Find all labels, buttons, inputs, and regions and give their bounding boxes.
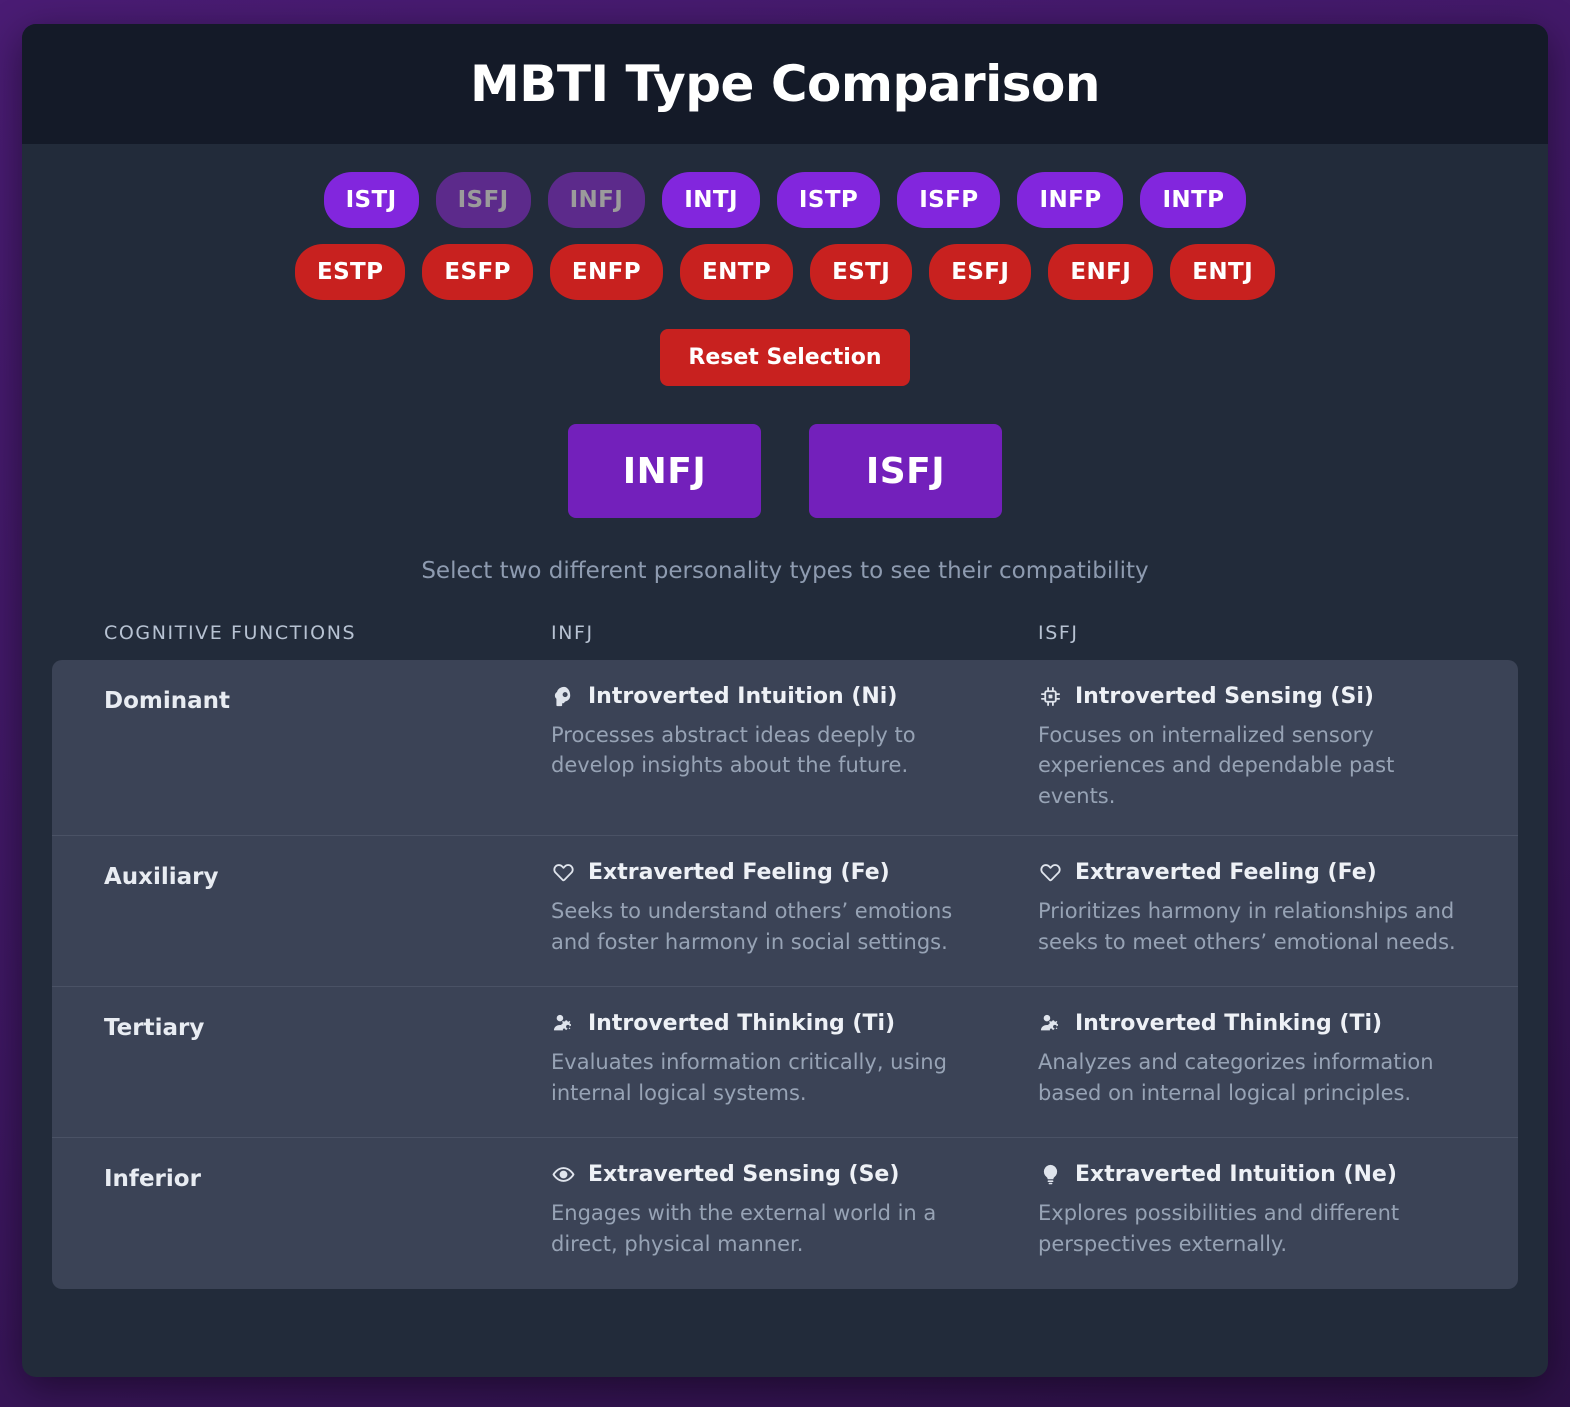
- type-pill-estj[interactable]: ESTJ: [810, 244, 913, 300]
- function-title: Extraverted Sensing (Se): [551, 1162, 992, 1187]
- table-row: Tertiary Introverted Thinking (Ti) Evaluat…: [52, 987, 1518, 1139]
- type-pill-esfj[interactable]: ESFJ: [929, 244, 1032, 300]
- selection-hint: Select two different personality types t…: [421, 558, 1149, 584]
- function-title: Introverted Intuition (Ni): [551, 684, 992, 709]
- comparison-table: COGNITIVE FUNCTIONS INFJ ISFJ Dominant In…: [52, 622, 1518, 1377]
- type-pill-istp[interactable]: ISTP: [776, 172, 881, 228]
- function-title: Extraverted Intuition (Ne): [1038, 1162, 1476, 1187]
- selected-type-a-card[interactable]: INFJ: [568, 424, 761, 518]
- function-title: Introverted Thinking (Ti): [1038, 1011, 1476, 1036]
- heart-icon: [1038, 861, 1062, 885]
- column-header-functions: COGNITIVE FUNCTIONS: [104, 622, 357, 644]
- type-pill-intp[interactable]: INTP: [1140, 172, 1247, 228]
- row-position-label: Auxiliary: [104, 864, 219, 891]
- table-row: Inferior Extraverted Sensing (Se) Engages …: [52, 1138, 1518, 1289]
- type-pill-entp[interactable]: ENTP: [679, 244, 794, 300]
- function-description: Seeks to understand others’ emotions and…: [551, 899, 953, 954]
- function-description: Analyzes and categorizes information bas…: [1038, 1050, 1434, 1105]
- function-cell-type-b: Introverted Thinking (Ti) Analyzes and ca…: [1038, 1011, 1506, 1113]
- function-cell-type-b: Introverted Sensing (Si) Focuses on inter…: [1038, 684, 1506, 811]
- type-pill-isfp[interactable]: ISFP: [897, 172, 1001, 228]
- app-body: ISTJ ISFJ INFJ INTJ ISTP ISFP INFP INTP ESTP ESF…: [22, 144, 1548, 1377]
- function-description: Evaluates information critically, using …: [551, 1050, 947, 1105]
- function-cell-type-a: Introverted Thinking (Ti) Evaluates infor…: [551, 1011, 1038, 1113]
- table-row: Auxiliary Extraverted Feeling (Fe) Seeks t…: [52, 836, 1518, 988]
- function-cell-type-b: Extraverted Intuition (Ne) Explores possi…: [1038, 1162, 1506, 1265]
- function-title: Introverted Thinking (Ti): [551, 1011, 992, 1036]
- type-pill-entj[interactable]: ENTJ: [1170, 244, 1276, 300]
- function-cell-type-a: Extraverted Feeling (Fe) Seeks to underst…: [551, 860, 1038, 962]
- selected-types-row: INFJ ISFJ: [52, 424, 1518, 518]
- heart-icon: [551, 861, 575, 885]
- introvert-type-row: ISTJ ISFJ INFJ INTJ ISTP ISFP INFP INTP: [52, 172, 1518, 228]
- function-cell-type-a: Introverted Intuition (Ni) Processes abst…: [551, 684, 1038, 811]
- column-header-type-b: ISFJ: [1038, 622, 1079, 644]
- comparison-table-body: Dominant Introverted Intuition (Ni) Proces…: [52, 660, 1518, 1290]
- function-name: Extraverted Intuition (Ne): [1075, 1162, 1397, 1188]
- function-description: Prioritizes harmony in relationships and…: [1038, 899, 1456, 954]
- function-title: Extraverted Feeling (Fe): [551, 860, 992, 885]
- brain-cog-icon: [551, 685, 575, 709]
- function-description: Focuses on internalized sensory experien…: [1038, 723, 1395, 808]
- lightbulb-icon: [1038, 1163, 1062, 1187]
- table-row: Dominant Introverted Intuition (Ni) Proces…: [52, 660, 1518, 837]
- function-title: Extraverted Feeling (Fe): [1038, 860, 1476, 885]
- function-name: Introverted Intuition (Ni): [588, 684, 898, 709]
- function-description: Explores possibilities and different per…: [1038, 1201, 1400, 1256]
- reset-selection-button[interactable]: Reset Selection: [660, 329, 910, 386]
- type-pill-infp[interactable]: INFP: [1017, 172, 1124, 228]
- app-card: MBTI Type Comparison ISTJ ISFJ INFJ INTJ IST…: [22, 24, 1548, 1377]
- type-pill-istj[interactable]: ISTJ: [323, 172, 419, 228]
- function-cell-type-b: Extraverted Feeling (Fe) Prioritizes harm…: [1038, 860, 1506, 962]
- function-name: Extraverted Sensing (Se): [588, 1162, 900, 1188]
- type-pill-enfp[interactable]: ENFP: [549, 244, 663, 300]
- type-pill-esfp[interactable]: ESFP: [422, 244, 533, 300]
- cpu-chip-icon: [1038, 685, 1062, 709]
- reset-row: Reset Selection: [52, 329, 1518, 386]
- type-pill-estp[interactable]: ESTP: [294, 244, 406, 300]
- comparison-table-header: COGNITIVE FUNCTIONS INFJ ISFJ: [52, 622, 1518, 644]
- type-pill-isfj[interactable]: ISFJ: [435, 172, 531, 228]
- user-cog-icon: [551, 1012, 575, 1036]
- extravert-type-row: ESTP ESFP ENFP ENTP ESTJ ESFJ ENFJ ENTJ: [52, 244, 1518, 300]
- function-name: Extraverted Feeling (Fe): [1075, 860, 1377, 886]
- type-pill-enfj[interactable]: ENFJ: [1048, 244, 1154, 300]
- function-description: Processes abstract ideas deeply to devel…: [551, 723, 916, 778]
- function-name: Extraverted Feeling (Fe): [588, 860, 890, 886]
- type-pill-intj[interactable]: INTJ: [662, 172, 760, 228]
- page-title: MBTI Type Comparison: [469, 55, 1101, 113]
- column-header-type-a: INFJ: [551, 622, 594, 644]
- selected-type-b-card[interactable]: ISFJ: [809, 424, 1002, 518]
- type-pill-infj[interactable]: INFJ: [547, 172, 646, 228]
- function-name: Introverted Thinking (Ti): [588, 1011, 896, 1037]
- eye-icon: [551, 1163, 575, 1187]
- function-title: Introverted Sensing (Si): [1038, 684, 1476, 709]
- page-root: MBTI Type Comparison ISTJ ISFJ INFJ INTJ IST…: [0, 0, 1570, 1407]
- function-name: Introverted Thinking (Ti): [1075, 1011, 1383, 1037]
- row-position-label: Tertiary: [104, 1015, 205, 1042]
- app-header: MBTI Type Comparison: [22, 24, 1548, 144]
- function-name: Introverted Sensing (Si): [1075, 684, 1374, 709]
- function-description: Engages with the external world in a dir…: [551, 1201, 937, 1256]
- row-position-label: Dominant: [104, 688, 231, 714]
- function-cell-type-a: Extraverted Sensing (Se) Engages with the…: [551, 1162, 1038, 1265]
- user-cog-icon: [1038, 1012, 1062, 1036]
- row-position-label: Inferior: [104, 1166, 201, 1193]
